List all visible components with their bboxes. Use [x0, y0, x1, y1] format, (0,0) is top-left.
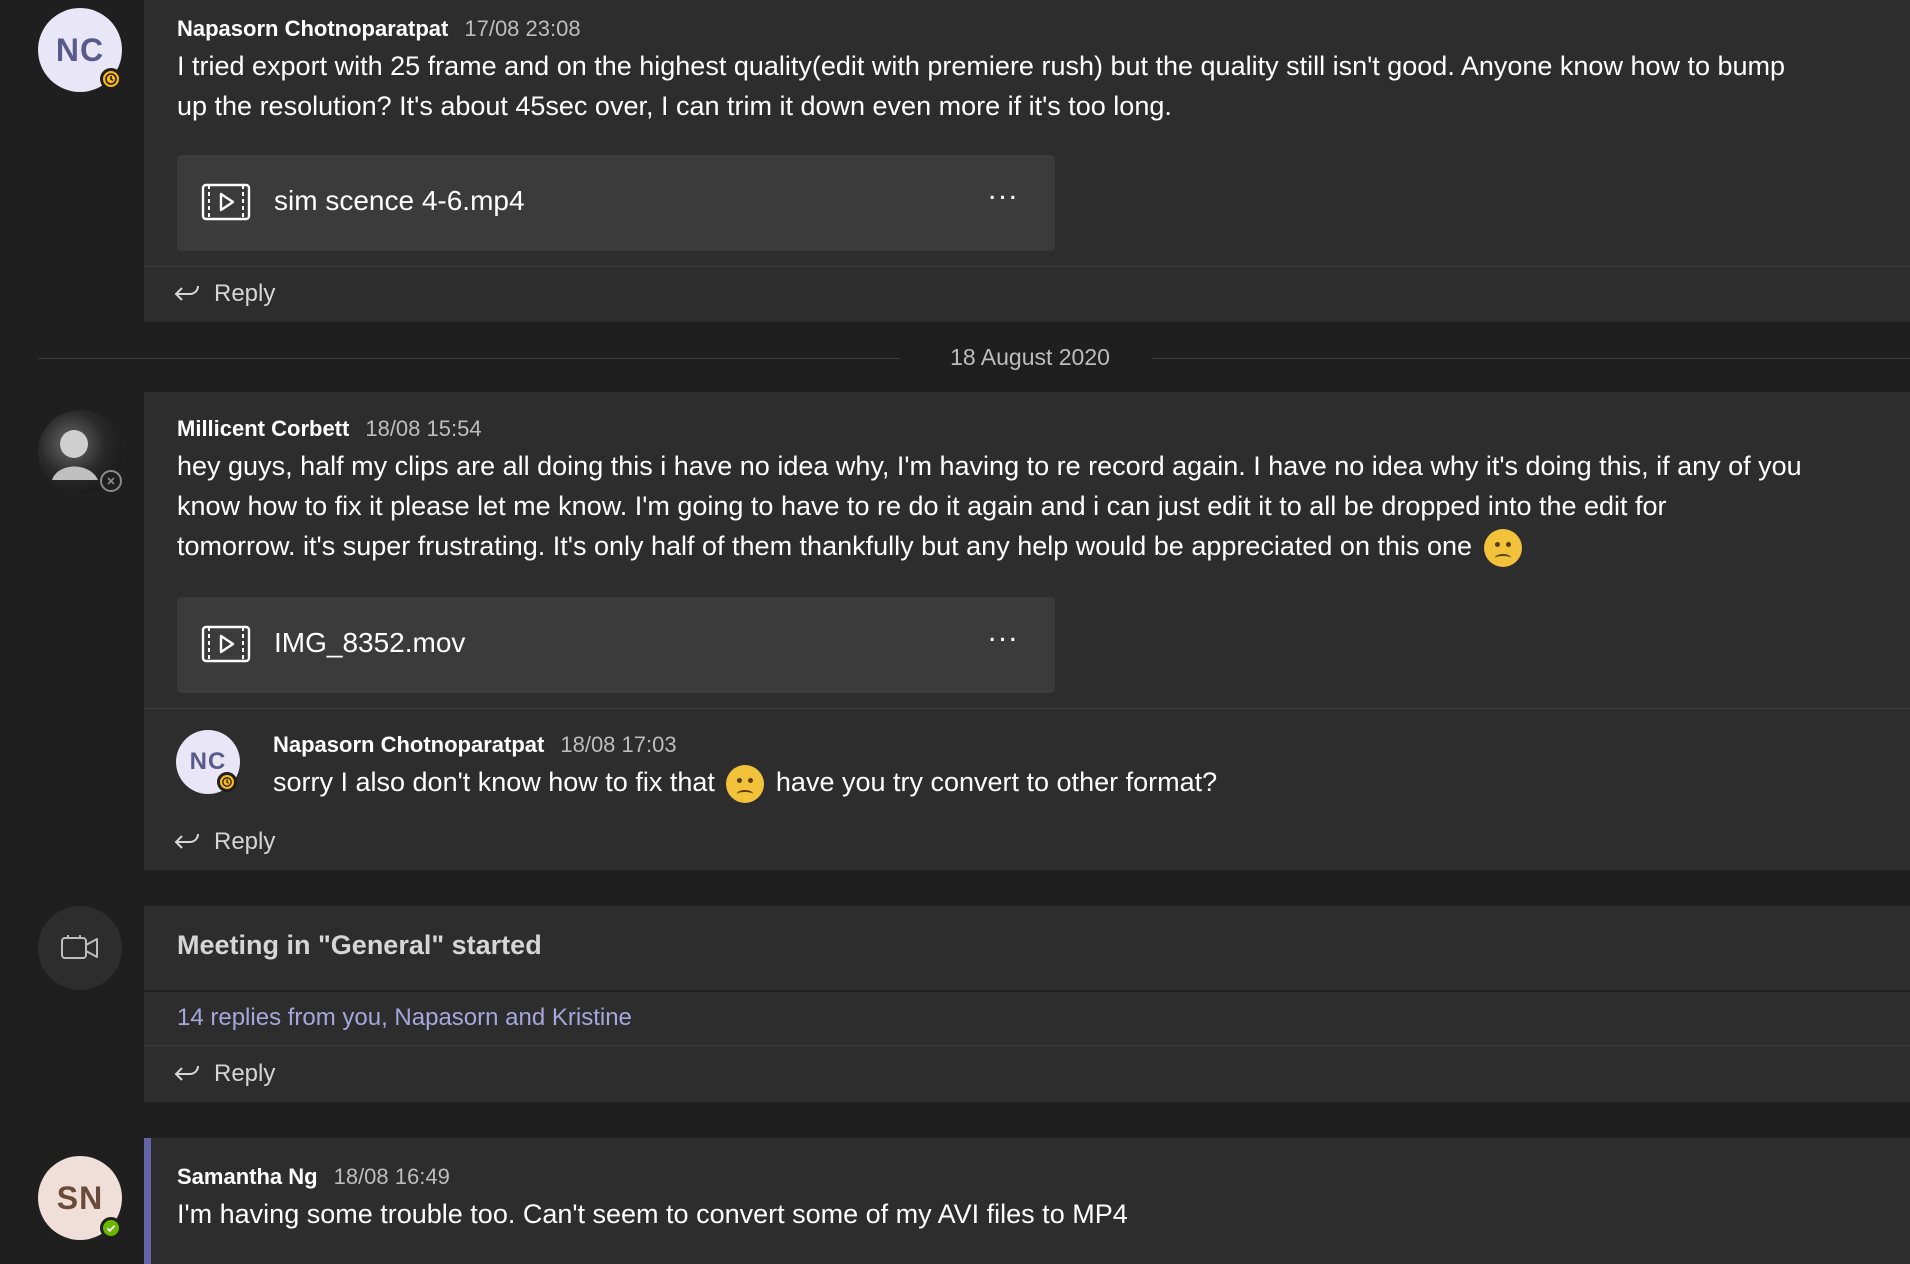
divider: [144, 266, 1910, 267]
reply-button[interactable]: Reply: [174, 828, 275, 856]
avatar-initials: NC: [55, 31, 105, 68]
timestamp: 18/08 17:03: [560, 732, 677, 757]
timestamp: 17/08 23:08: [464, 16, 581, 41]
date-divider-line: [1152, 358, 1910, 359]
message-body: I tried export with 25 frame and on the …: [177, 46, 1897, 126]
timestamp: 18/08 16:49: [333, 1164, 450, 1189]
message-line: tomorrow. it's super frustrating. It's o…: [177, 526, 1897, 567]
reply-icon: [174, 833, 199, 849]
message-header: Samantha Ng 18/08 16:49: [177, 1164, 450, 1190]
more-options-button[interactable]: ...: [988, 615, 1019, 649]
message-card: Millicent Corbett 18/08 15:54 hey guys, h…: [144, 392, 1910, 870]
file-name[interactable]: sim scence 4-6.mp4: [274, 185, 525, 217]
message-text: sorry I also don't know how to fix that: [273, 767, 715, 797]
video-camera-icon: [61, 935, 98, 959]
divider: [144, 1045, 1910, 1046]
divider: [144, 708, 1910, 709]
message-line: know how to fix it please let me know. I…: [177, 491, 1667, 521]
avatar-initials: SN: [56, 1179, 104, 1216]
message-body: I'm having some trouble too. Can't seem …: [177, 1199, 1128, 1229]
message-card: Napasorn Chotnoparatpat 17/08 23:08 I tri…: [144, 0, 1910, 322]
author-name[interactable]: Samantha Ng: [177, 1164, 318, 1189]
message-body: hey guys, half my clips are all doing th…: [177, 446, 1897, 567]
date-divider: 18 August 2020: [950, 344, 1110, 370]
message-text: have you try convert to other format?: [775, 767, 1218, 797]
message-card: Samantha Ng 18/08 16:49 I'm having some t…: [144, 1138, 1910, 1264]
message-line: hey guys, half my clips are all doing th…: [177, 451, 1802, 481]
message-header: Napasorn Chotnoparatpat 18/08 17:03: [273, 732, 677, 758]
more-options-button[interactable]: ...: [988, 173, 1019, 207]
meeting-card[interactable]: Meeting in "General" started: [144, 906, 1910, 990]
author-name[interactable]: Millicent Corbett: [177, 416, 349, 441]
message-header: Napasorn Chotnoparatpat 17/08 23:08: [177, 16, 581, 42]
offline-status-icon: [100, 470, 122, 492]
file-attachment[interactable]: sim scence 4-6.mp4 ...: [177, 155, 1055, 251]
away-status-icon: [217, 772, 237, 792]
reply-label: Reply: [214, 280, 276, 307]
confused-emoji-icon: [1483, 528, 1522, 567]
meeting-avatar: [38, 906, 122, 990]
reply-message-body: sorry I also don't know how to fix that …: [273, 762, 1873, 803]
author-name[interactable]: Napasorn Chotnoparatpat: [273, 732, 544, 757]
reply-label: Reply: [214, 828, 276, 855]
timestamp: 18/08 15:54: [365, 416, 482, 441]
replies-summary-link[interactable]: 14 replies from you, Napasorn and Kristi…: [177, 1004, 632, 1032]
confused-emoji-icon: [726, 764, 765, 803]
video-file-icon: [201, 625, 251, 668]
avatar-initials: NC: [189, 748, 227, 775]
message-header: Millicent Corbett 18/08 15:54: [177, 416, 482, 442]
date-divider-line: [38, 358, 900, 359]
meeting-replies: 14 replies from you, Napasorn and Kristi…: [144, 992, 1910, 1102]
file-attachment[interactable]: IMG_8352.mov ...: [177, 597, 1055, 693]
message-text: tomorrow. it's super frustrating. It's o…: [177, 531, 1473, 561]
reply-button[interactable]: Reply: [174, 1060, 275, 1088]
reply-icon: [174, 285, 199, 301]
video-file-icon: [201, 183, 251, 226]
reply-icon: [174, 1065, 199, 1081]
reply-label: Reply: [214, 1060, 276, 1087]
message-line: I tried export with 25 frame and on the …: [177, 51, 1786, 81]
available-status-icon: [100, 1217, 122, 1239]
author-name[interactable]: Napasorn Chotnoparatpat: [177, 16, 448, 41]
file-name[interactable]: IMG_8352.mov: [274, 627, 465, 659]
away-status-icon: [100, 68, 122, 90]
reply-button[interactable]: Reply: [174, 280, 275, 308]
message-line: up the resolution? It's about 45sec over…: [177, 91, 1172, 121]
meeting-title: Meeting in "General" started: [177, 930, 542, 960]
